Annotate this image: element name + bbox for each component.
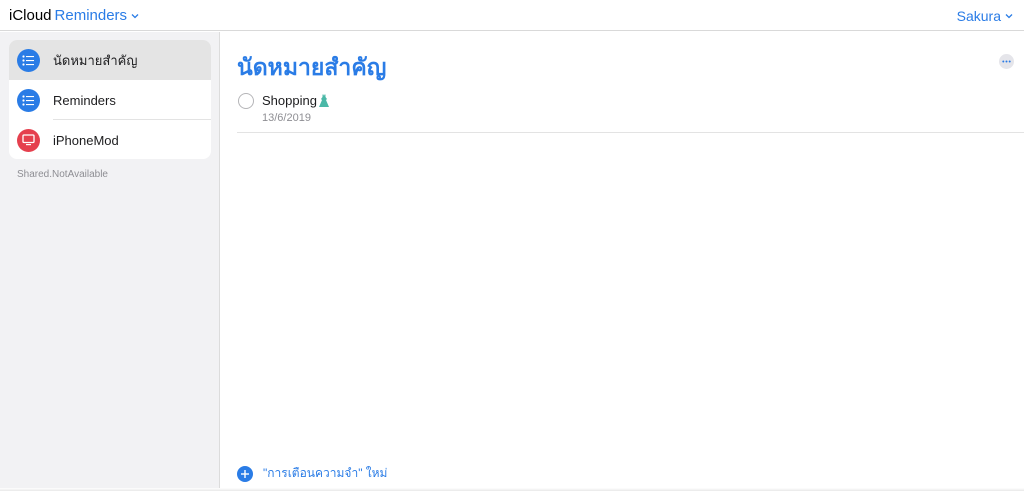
sidebar-item-reminders[interactable]: Reminders (9, 80, 211, 120)
reminder-title: Shopping (262, 93, 317, 108)
app-name: Reminders (54, 7, 128, 24)
sidebar-item-iphonemod[interactable]: iPhoneMod (9, 120, 211, 159)
sidebar: นัดหมายสำคัญ Reminders iPhoneMod Shared.… (0, 32, 220, 491)
page-title: นัดหมายสำคัญ (237, 54, 387, 80)
shared-note: Shared.NotAvailable (17, 169, 108, 180)
chevron-down-icon (131, 13, 139, 18)
tv-icon (17, 128, 40, 152)
list-bullet-icon (17, 88, 40, 112)
sidebar-item-important[interactable]: นัดหมายสำคัญ (9, 40, 211, 80)
top-bar: iCloud Reminders Sakura (0, 0, 1024, 31)
chevron-down-icon (1005, 14, 1013, 19)
brand-name: iCloud (9, 7, 52, 24)
plus-icon (237, 465, 253, 482)
reminder-row[interactable]: Shopping 13/6/2019 (237, 92, 1024, 133)
user-name: Sakura (956, 8, 1001, 24)
sidebar-item-label: นัดหมายสำคัญ (53, 52, 138, 68)
main-content: นัดหมายสำคัญ Shopping 13/6/2019 "การเตือ… (221, 32, 1024, 491)
lists-card: นัดหมายสำคัญ Reminders iPhoneMod (9, 40, 211, 159)
ellipsis-icon (1002, 60, 1011, 63)
add-reminder-button[interactable]: "การเตือนความจำ" ใหม่ (237, 464, 387, 483)
sidebar-item-label: Reminders (53, 92, 116, 108)
more-options-button[interactable] (999, 54, 1014, 69)
add-reminder-label: "การเตือนความจำ" ใหม่ (263, 466, 388, 480)
reminder-checkbox[interactable] (238, 93, 254, 109)
sidebar-item-label: iPhoneMod (53, 132, 119, 148)
dress-icon (318, 94, 329, 107)
list-bullet-icon (17, 48, 40, 72)
reminder-date: 13/6/2019 (262, 112, 311, 124)
user-menu[interactable]: Sakura (957, 8, 1014, 24)
reminder-title-wrap: Shopping (262, 93, 330, 108)
app-switcher[interactable]: iCloud Reminders (9, 7, 140, 24)
